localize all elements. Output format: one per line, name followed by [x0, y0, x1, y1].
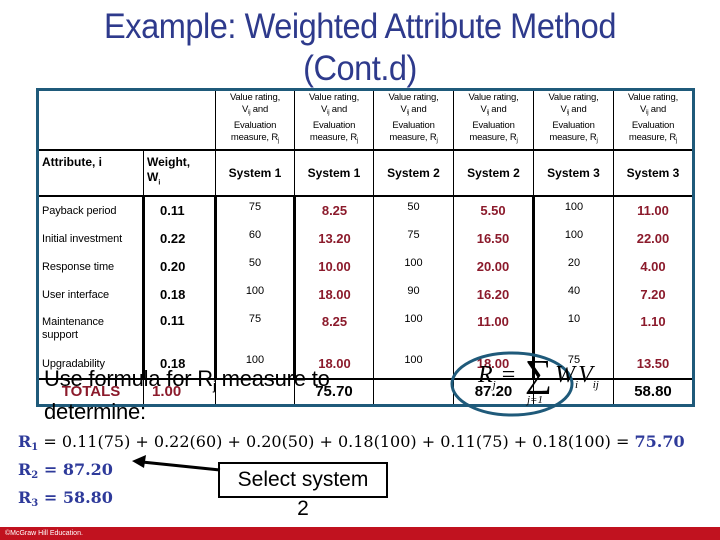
value-rating-cell: 100: [214, 280, 295, 309]
slide-title: Example: Weighted Attribute Method (Cont…: [25, 6, 695, 90]
evaluation-cell: 18.00: [293, 280, 374, 309]
table-row: Payback period 0.11 75 8.25 50 5.50 100 …: [37, 195, 694, 225]
attribute-cell: Maintenance support: [37, 308, 144, 350]
system-header: System 3: [533, 148, 614, 197]
evaluation-cell: 11.00: [453, 308, 534, 350]
attribute-cell: Initial investment: [37, 224, 144, 253]
header-blank-cell: [37, 89, 216, 150]
attribute-cell: User interface: [37, 280, 144, 309]
evaluation-cell: 22.00: [613, 224, 694, 253]
value-rating-cell: 20: [532, 252, 614, 281]
attribute-cell: Payback period: [37, 195, 144, 225]
evaluation-cell: 20.00: [453, 252, 534, 281]
evaluation-cell: 4.00: [613, 252, 694, 281]
header-note-row: Value rating, Vij and Evaluation measure, R…: [37, 89, 694, 150]
slide-title-line2: (Cont.d): [303, 49, 417, 88]
value-rating-cell: 75: [373, 224, 454, 253]
table-row: Response time 0.20 50 10.00 100 20.00 20…: [37, 252, 694, 281]
table-row: Initial investment 0.22 60 13.20 75 16.5…: [37, 224, 694, 253]
table-row: Maintenance support 0.11 75 8.25 100 11.…: [37, 308, 694, 350]
attribute-header: Attribute, i: [37, 148, 144, 197]
evaluation-cell: 5.50: [453, 195, 534, 225]
table-row: User interface 0.18 100 18.00 90 16.20 4…: [37, 280, 694, 309]
evaluation-cell: 16.50: [453, 224, 534, 253]
weight-cell: 0.11: [142, 308, 216, 350]
footer-bar: ©McGraw Hill Education.: [0, 527, 720, 540]
value-rating-cell: 100: [373, 349, 454, 379]
value-rating-cell: 100: [373, 308, 454, 350]
select-system-callout: Select system: [218, 462, 388, 498]
value-rating-cell: 75: [214, 308, 295, 350]
evaluation-cell: 8.25: [293, 308, 374, 350]
value-rating-cell: 100: [373, 252, 454, 281]
value-rating-cell: 100: [532, 224, 614, 253]
evaluation-cell: 8.25: [293, 195, 374, 225]
evaluation-cell: 11.00: [613, 195, 694, 225]
column-header-row: Attribute, i Weight, Wi System 1 System 1…: [37, 148, 694, 197]
header-note: Value rating, Vij and Evaluation measure, R…: [215, 89, 295, 150]
value-rating-cell: 90: [373, 280, 454, 309]
value-rating-cell: 40: [532, 280, 614, 309]
formula-lhs: Rj =: [478, 362, 516, 391]
value-rating-cell: 50: [214, 252, 295, 281]
evaluation-cell: 13.50: [613, 349, 694, 379]
evaluation-cell: 13.20: [293, 224, 374, 253]
weight-cell: 0.11: [142, 195, 216, 225]
evaluation-cell: 1.10: [613, 308, 694, 350]
header-note: Value rating, Vij and Evaluation measure, R…: [294, 89, 374, 150]
value-rating-cell: 10: [532, 308, 614, 350]
header-note: Value rating, Vij and Evaluation measure, R…: [613, 89, 694, 150]
value-rating-cell: 50: [373, 195, 454, 225]
system-header: System 1: [294, 148, 374, 197]
evaluation-cell: 7.20: [613, 280, 694, 309]
attribute-cell: Response time: [37, 252, 144, 281]
system-header: System 2: [373, 148, 454, 197]
instruction-text: Use formula for Rj measure to determine:: [44, 366, 330, 424]
arrow-left-icon: [132, 455, 221, 472]
weight-header: Weight, Wi: [143, 148, 216, 197]
header-note: Value rating, Vij and Evaluation measure, R…: [533, 89, 614, 150]
system-header: System 3: [613, 148, 694, 197]
weight-cell: 0.22: [142, 224, 216, 253]
select-system-number: 2: [297, 497, 309, 520]
system-header: System 2: [453, 148, 534, 197]
equation-r1: R1 = 0.11(75) + 0.22(60) + 0.20(50) + 0.…: [18, 432, 685, 453]
value-rating-cell: 60: [214, 224, 295, 253]
sigma-icon: ∑: [525, 353, 553, 395]
value-rating-cell: 75: [214, 195, 295, 225]
slide-title-line1: Example: Weighted Attribute Method: [104, 7, 616, 46]
evaluation-cell: 16.20: [453, 280, 534, 309]
copyright-text: ©McGraw Hill Education.: [5, 530, 83, 537]
sigma-subscript: j=1: [527, 394, 543, 406]
totals-empty-cell: [373, 377, 454, 406]
system-header: System 1: [215, 148, 295, 197]
weighted-attribute-table: Value rating, Vij and Evaluation measure, R…: [36, 88, 695, 407]
totals-system3: 58.80: [613, 377, 694, 406]
header-note: Value rating, Vij and Evaluation measure, R…: [373, 89, 454, 150]
weight-cell: 0.18: [142, 280, 216, 309]
evaluation-cell: 10.00: [293, 252, 374, 281]
weight-cell: 0.20: [142, 252, 216, 281]
formula-rhs: WiVij: [555, 362, 599, 391]
header-note: Value rating, Vij and Evaluation measure, R…: [453, 89, 534, 150]
value-rating-cell: 100: [532, 195, 614, 225]
